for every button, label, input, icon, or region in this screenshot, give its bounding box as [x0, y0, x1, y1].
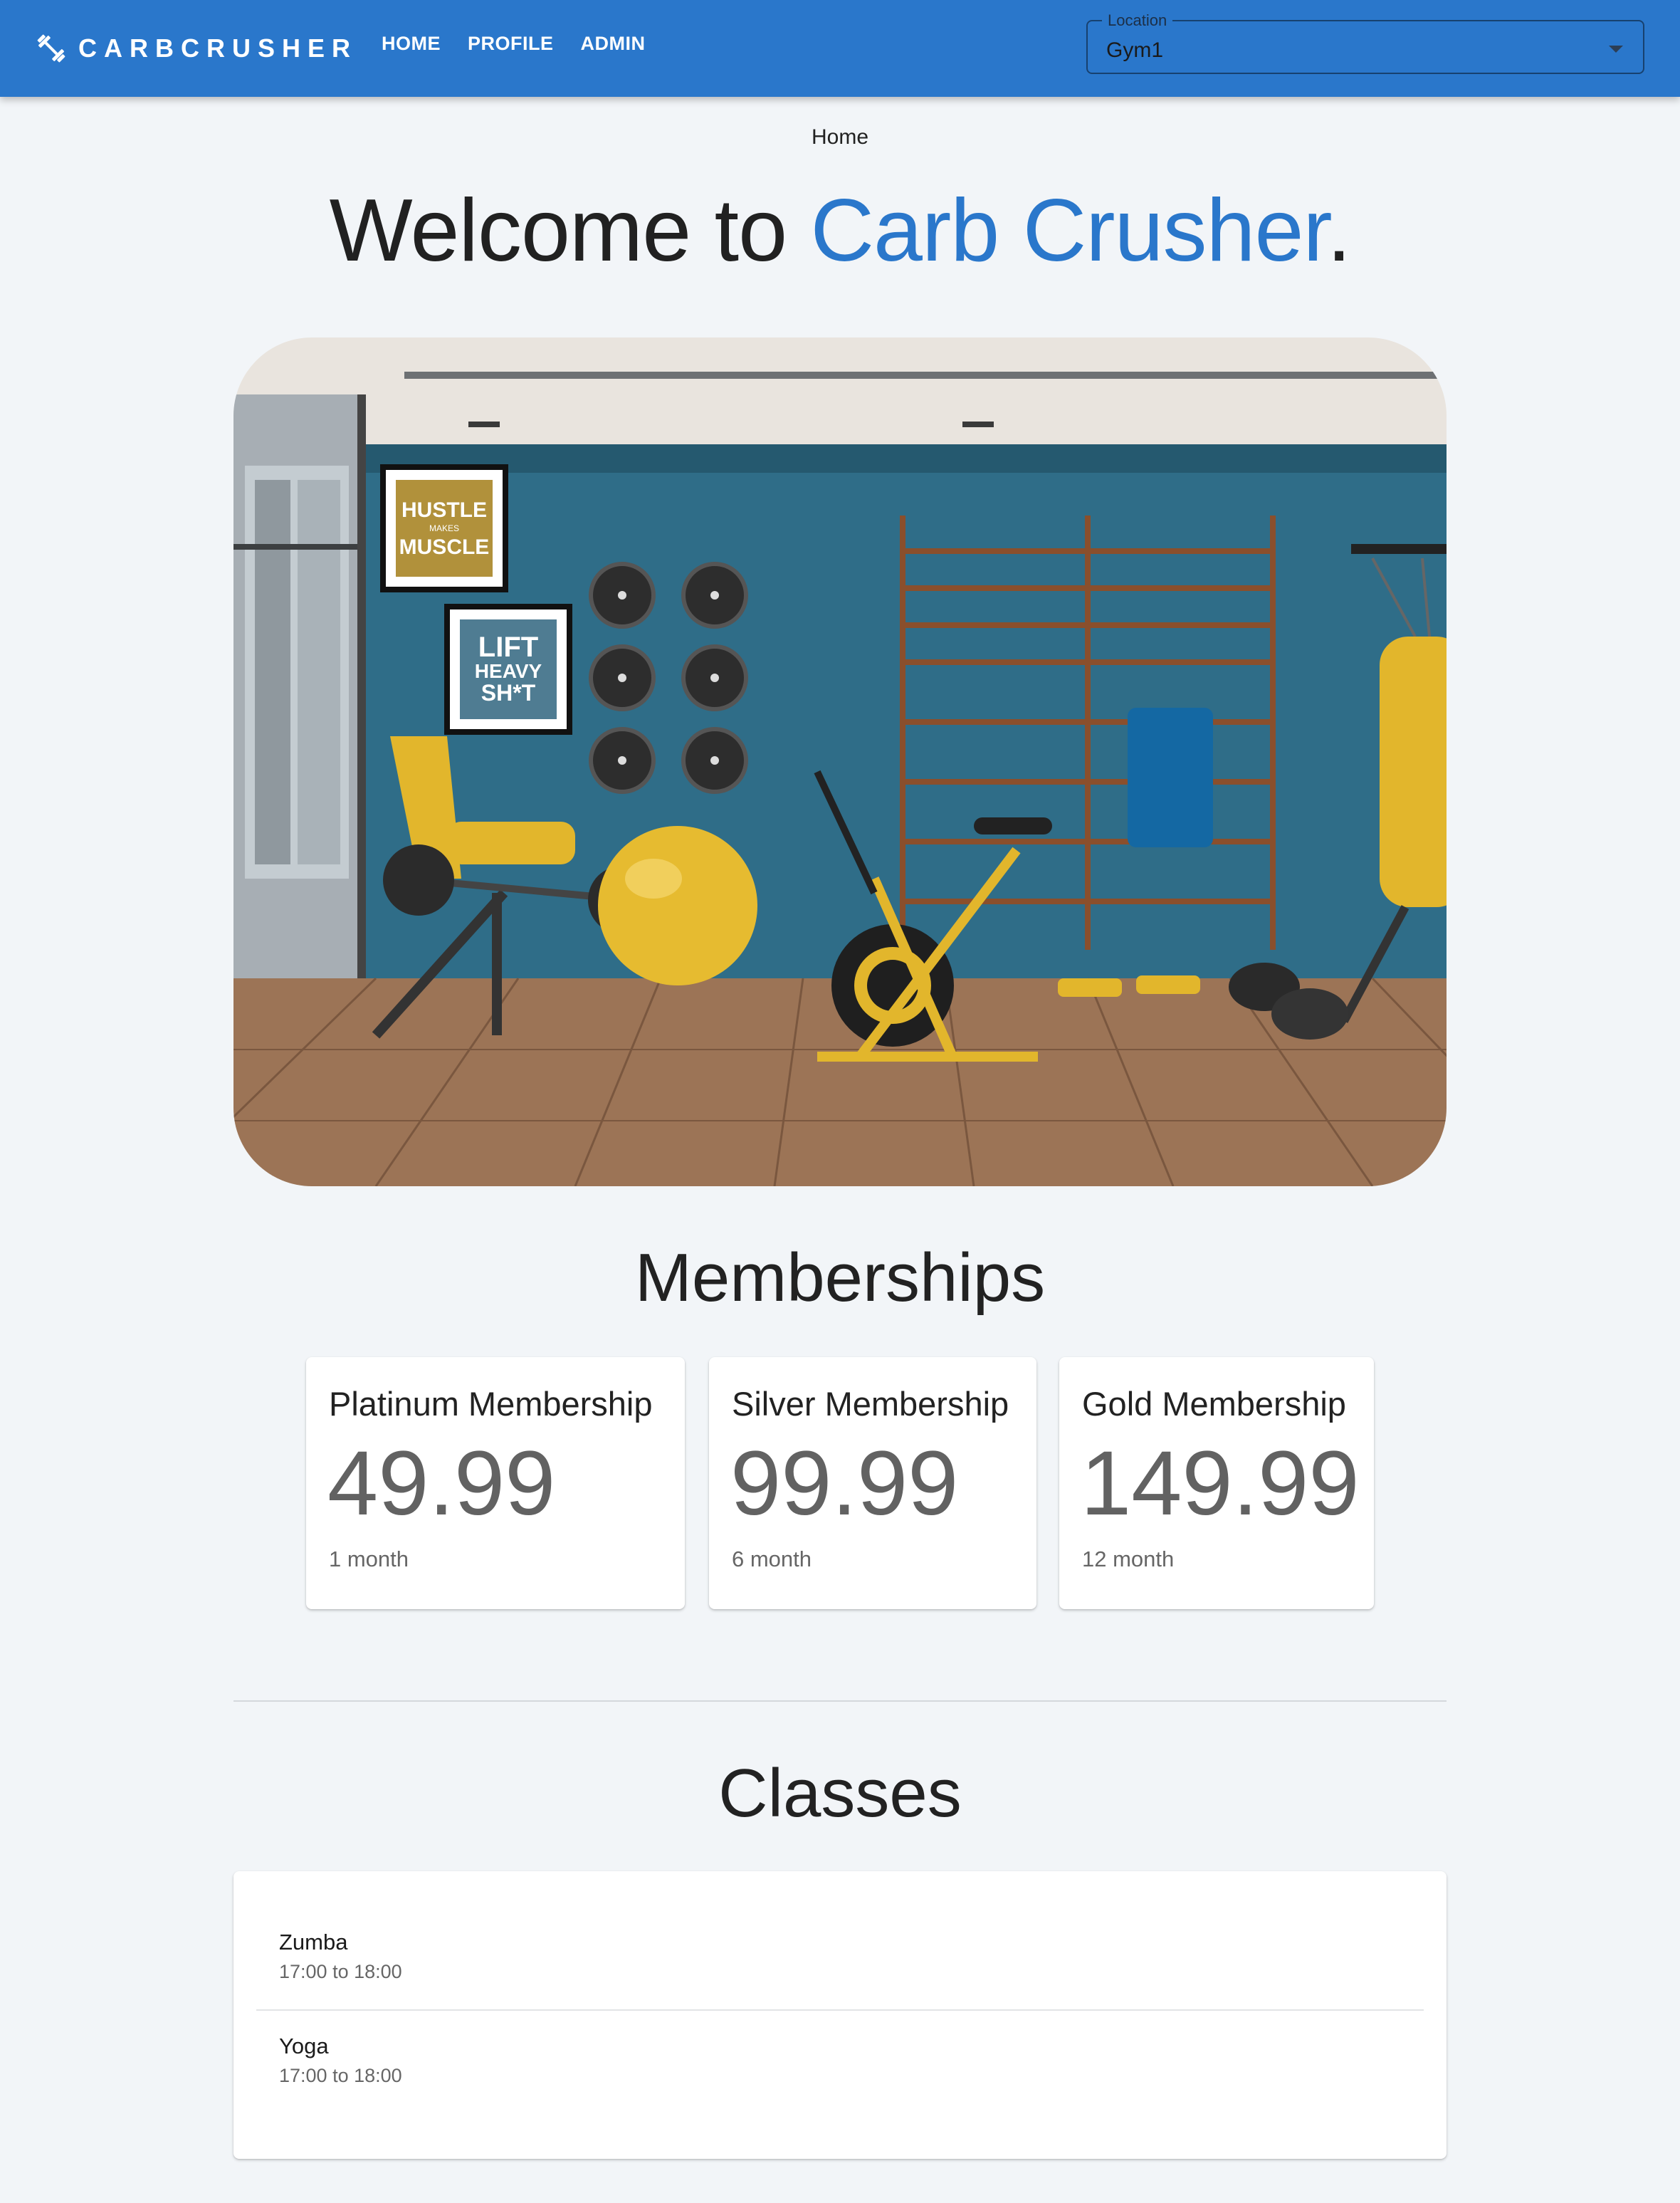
main-nav: HOME PROFILE ADMIN: [382, 33, 673, 55]
membership-name: Platinum Membership: [329, 1385, 653, 1423]
title-prefix: Welcome to: [329, 182, 811, 280]
poster-lift-line3: SH*T: [481, 680, 536, 706]
poster-hustle-line1: HUSTLE: [401, 498, 487, 522]
nav-admin[interactable]: ADMIN: [581, 33, 646, 55]
breadcrumb[interactable]: Home: [0, 125, 1680, 150]
gym-hero-image: HUSTLE MAKES MUSCLE LIFT HEAVY SH*T: [233, 337, 1447, 1186]
class-name: Zumba: [279, 1930, 348, 1955]
membership-card-platinum[interactable]: Platinum Membership 49.99 1 month: [306, 1357, 685, 1609]
brand-logo[interactable]: CARBCRUSHER: [34, 26, 357, 71]
class-name: Yoga: [279, 2034, 329, 2058]
membership-duration: 12 month: [1082, 1547, 1175, 1571]
membership-duration: 1 month: [329, 1547, 409, 1571]
class-time: 17:00 to 18:00: [279, 1961, 402, 1982]
list-divider: [256, 2009, 1424, 2011]
class-item-zumba[interactable]: Zumba 17:00 to 18:00: [233, 1930, 1447, 2029]
classes-title: Classes: [718, 1755, 962, 1831]
location-value: Gym1: [1106, 38, 1164, 62]
section-divider: [233, 1700, 1447, 1702]
membership-name: Silver Membership: [732, 1385, 1009, 1423]
nav-profile[interactable]: PROFILE: [468, 33, 554, 55]
location-select[interactable]: Location Gym1: [1086, 11, 1644, 74]
membership-card-silver[interactable]: Silver Membership 99.99 6 month: [709, 1357, 1036, 1609]
dropdown-arrow-icon: [1609, 46, 1623, 53]
class-time: 17:00 to 18:00: [279, 2065, 402, 2086]
page-title: Welcome to Carb Crusher.: [0, 181, 1680, 281]
memberships-title: Memberships: [634, 1240, 1046, 1316]
classes-list: Zumba 17:00 to 18:00 Yoga 17:00 to 18:00: [233, 1871, 1447, 2159]
app-bar: CARBCRUSHER HOME PROFILE ADMIN Location …: [0, 0, 1680, 97]
membership-price: 99.99: [730, 1433, 959, 1534]
poster-lift-line1: LIFT: [478, 632, 538, 663]
membership-card-gold[interactable]: Gold Membership 149.99 12 month: [1059, 1357, 1374, 1609]
membership-price: 149.99: [1081, 1433, 1360, 1534]
title-suffix: .: [1326, 182, 1351, 280]
dumbbell-icon: [37, 34, 65, 63]
brand-name: CARBCRUSHER: [78, 33, 358, 63]
class-item-yoga[interactable]: Yoga 17:00 to 18:00: [233, 2034, 1447, 2133]
poster-hustle-line3: MUSCLE: [399, 535, 490, 559]
membership-price: 49.99: [327, 1433, 556, 1534]
nav-home[interactable]: HOME: [382, 33, 441, 55]
membership-duration: 6 month: [732, 1547, 812, 1571]
membership-name: Gold Membership: [1082, 1385, 1346, 1423]
title-accent: Carb Crusher: [810, 182, 1327, 280]
poster-hustle-line2: MAKES: [429, 523, 459, 533]
poster-lift-line2: HEAVY: [475, 660, 542, 682]
location-label: Location: [1102, 11, 1173, 30]
